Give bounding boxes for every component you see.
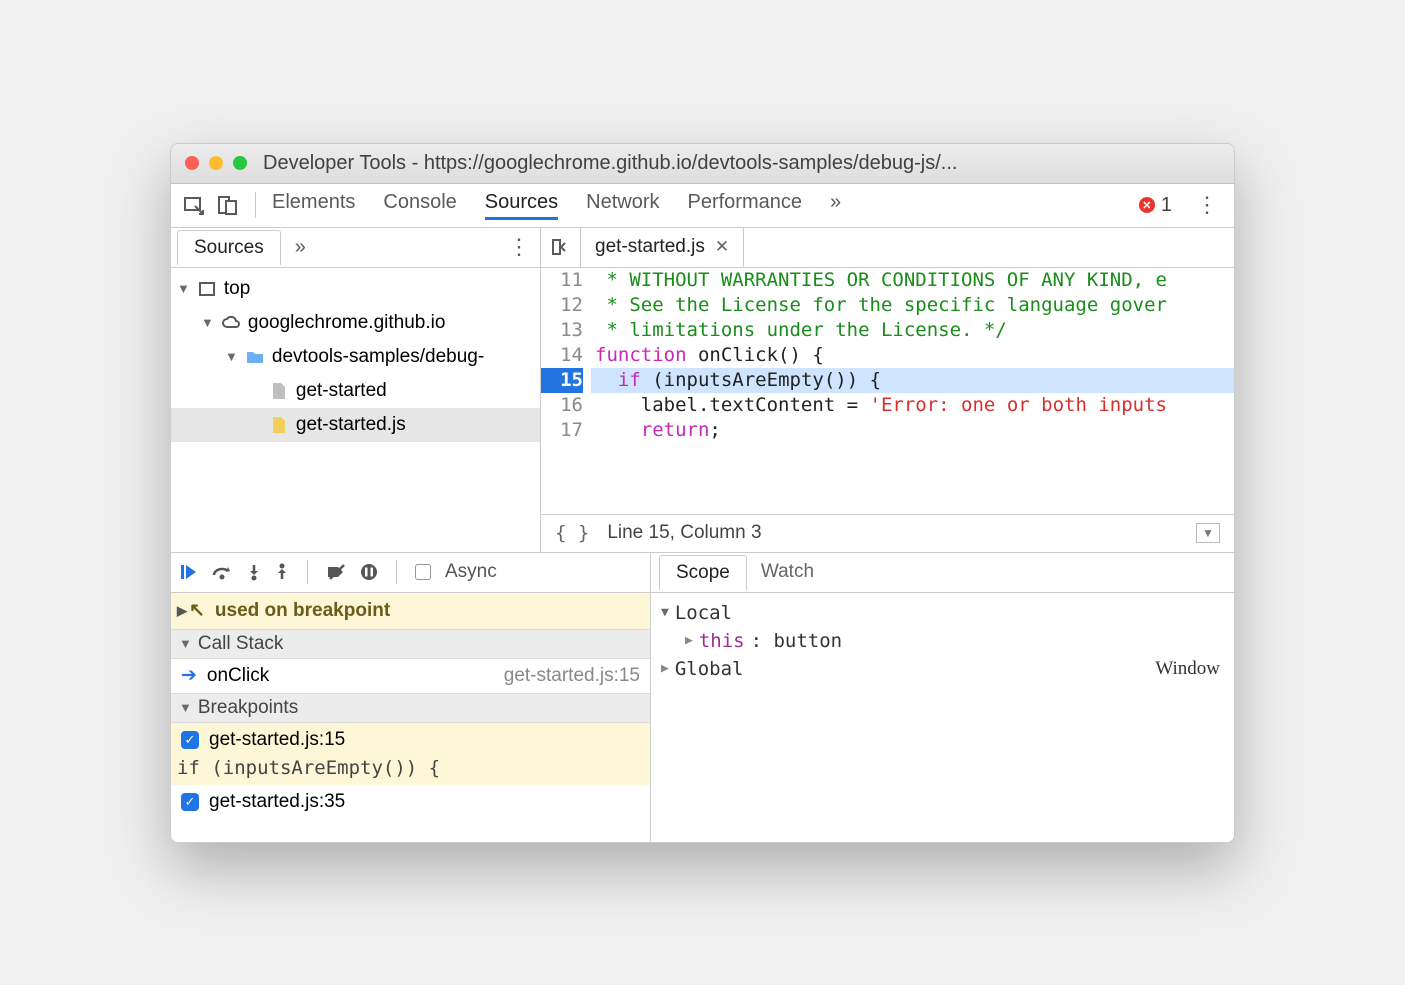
tab-elements[interactable]: Elements [272, 191, 355, 220]
close-icon[interactable] [185, 156, 199, 170]
scope-tabs: Scope Watch [651, 553, 1234, 593]
async-label: Async [445, 561, 497, 583]
file-tab-get-started-js[interactable]: get-started.js ✕ [581, 228, 744, 267]
debug-sidebar: Async ▶ ↖ used on breakpoint ▼Call Stack… [171, 553, 651, 842]
tab-sources[interactable]: Sources [485, 191, 558, 220]
editor-pane: get-started.js ✕ 11121314151617 * WITHOU… [541, 228, 1234, 552]
tab-network[interactable]: Network [586, 191, 659, 220]
code-content[interactable]: * WITHOUT WARRANTIES OR CONDITIONS OF AN… [591, 268, 1234, 514]
devtools-window: Developer Tools - https://googlechrome.g… [170, 143, 1235, 843]
breakpoint-item-1[interactable]: ✓get-started.js:15 if (inputsAreEmpty())… [171, 723, 650, 785]
deactivate-breakpoints-button[interactable] [326, 563, 346, 581]
breakpoints-header[interactable]: ▼Breakpoints [171, 693, 650, 723]
callstack-frame[interactable]: ➔ onClick get-started.js:15 [171, 659, 650, 693]
tab-console[interactable]: Console [383, 191, 456, 220]
scope-local[interactable]: ▼Local [661, 599, 1224, 627]
async-checkbox[interactable] [415, 564, 431, 580]
line-numbers: 11121314151617 [541, 268, 591, 514]
js-file-icon [268, 414, 290, 436]
navigator-pane: Sources » ⋮ ▼ top ▼ googlechrome.github.… [171, 228, 541, 552]
file-icon [268, 380, 290, 402]
main-area: Sources » ⋮ ▼ top ▼ googlechrome.github.… [171, 228, 1234, 552]
main-tab-list: Elements Console Sources Network Perform… [272, 191, 841, 220]
cursor-position: Line 15, Column 3 [607, 522, 761, 544]
debug-controls: Async [171, 553, 650, 593]
tab-scope[interactable]: Scope [659, 555, 747, 590]
tab-watch[interactable]: Watch [747, 555, 828, 589]
paused-banner: ▶ ↖ used on breakpoint [171, 593, 650, 629]
tab-performance[interactable]: Performance [688, 191, 803, 220]
panel-tabs: Elements Console Sources Network Perform… [171, 184, 1234, 228]
settings-menu-icon[interactable]: ⋮ [1186, 192, 1228, 218]
pause-exceptions-button[interactable] [360, 563, 378, 581]
frame-icon [196, 278, 218, 300]
error-count: 1 [1161, 194, 1172, 217]
scope-global[interactable]: ▶GlobalWindow [661, 655, 1224, 683]
inspect-icon[interactable] [177, 194, 211, 216]
maximize-icon[interactable] [233, 156, 247, 170]
minimize-icon[interactable] [209, 156, 223, 170]
tree-node-js-file[interactable]: ▼ get-started.js [171, 408, 540, 442]
editor-tabs: get-started.js ✕ [541, 228, 1234, 268]
close-tab-icon[interactable]: ✕ [715, 237, 729, 257]
navigator-tabs: Sources » ⋮ [171, 228, 540, 268]
tree-node-top[interactable]: ▼ top [171, 272, 540, 306]
resume-button[interactable] [179, 563, 197, 581]
window-controls [185, 156, 247, 170]
tree-node-domain[interactable]: ▼ googlechrome.github.io [171, 306, 540, 340]
breakpoint-checkbox[interactable]: ✓ [181, 793, 199, 811]
step-over-button[interactable] [211, 563, 233, 581]
step-out-button[interactable] [275, 563, 289, 581]
device-toggle-icon[interactable] [211, 194, 245, 216]
tree-node-html-file[interactable]: ▼ get-started [171, 374, 540, 408]
editor-statusbar: { } Line 15, Column 3 ▼ [541, 514, 1234, 552]
scope-this[interactable]: ▶this: button [661, 627, 1224, 655]
code-editor[interactable]: 11121314151617 * WITHOUT WARRANTIES OR C… [541, 268, 1234, 514]
breakpoint-item-2[interactable]: ✓get-started.js:35 [171, 785, 650, 819]
cloud-icon [220, 312, 242, 334]
expand-down-icon[interactable]: ▼ [1196, 523, 1220, 543]
debugger-drawer: Async ▶ ↖ used on breakpoint ▼Call Stack… [171, 552, 1234, 842]
breakpoint-checkbox[interactable]: ✓ [181, 731, 199, 749]
navigator-tab-sources[interactable]: Sources [177, 230, 281, 265]
navigator-menu-icon[interactable]: ⋮ [498, 234, 540, 260]
pretty-print-icon[interactable]: { } [555, 522, 589, 544]
folder-icon [244, 346, 266, 368]
titlebar: Developer Tools - https://googlechrome.g… [171, 144, 1234, 184]
scope-tree: ▼Local ▶this: button ▶GlobalWindow [651, 593, 1234, 842]
file-tree: ▼ top ▼ googlechrome.github.io ▼ devtool… [171, 268, 540, 552]
scope-pane: Scope Watch ▼Local ▶this: button ▶Global… [651, 553, 1234, 842]
window-title: Developer Tools - https://googlechrome.g… [263, 152, 957, 175]
callstack-header[interactable]: ▼Call Stack [171, 629, 650, 659]
editor-nav-back-icon[interactable] [541, 228, 581, 267]
navigator-overflow-icon[interactable]: » [295, 236, 306, 259]
tree-node-folder[interactable]: ▼ devtools-samples/debug- [171, 340, 540, 374]
error-badge[interactable]: ✕ 1 [1139, 194, 1172, 217]
step-into-button[interactable] [247, 563, 261, 581]
tab-overflow[interactable]: » [830, 191, 841, 220]
error-icon: ✕ [1139, 197, 1155, 213]
